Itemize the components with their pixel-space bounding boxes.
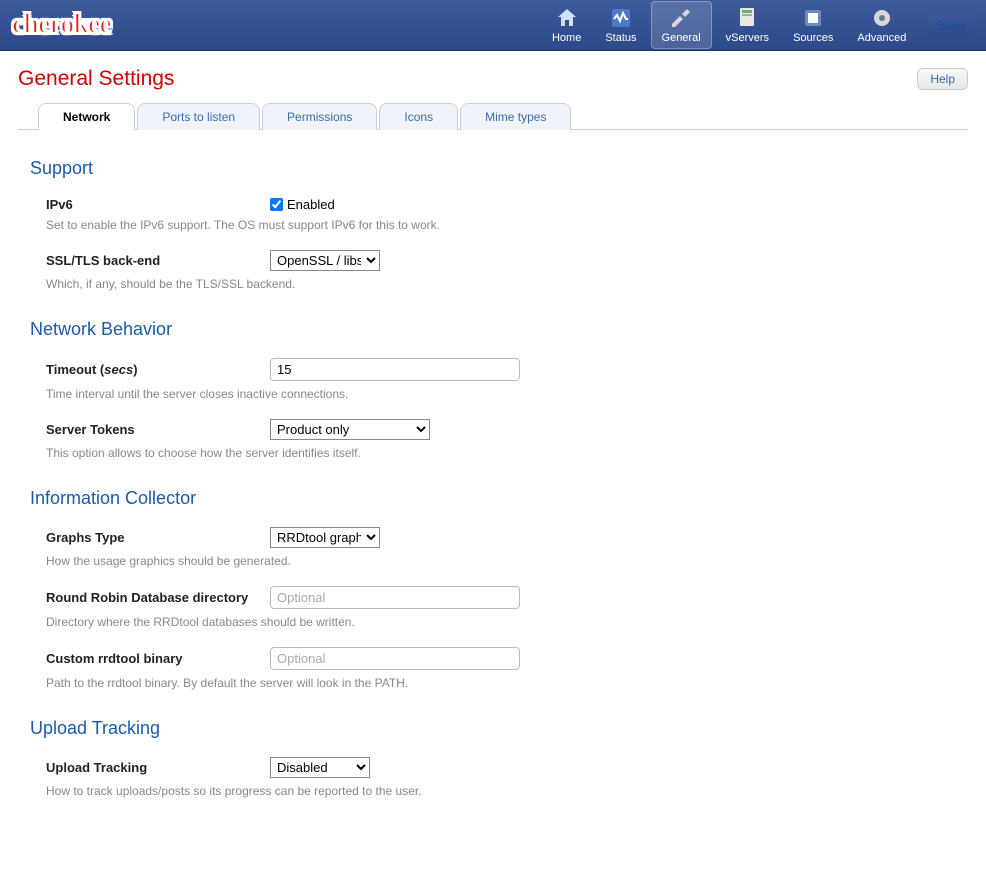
field-label: SSL/TLS back-end xyxy=(30,253,270,268)
page-title: General Settings xyxy=(18,67,174,91)
field-help: Directory where the RRDtool databases sh… xyxy=(30,615,956,629)
field-help: How to track uploads/posts so its progre… xyxy=(30,784,956,798)
vservers-icon xyxy=(735,6,759,30)
ssl-select[interactable]: OpenSSL / libssl xyxy=(270,250,380,271)
page-header: General Settings Help xyxy=(18,67,968,91)
page-content: General Settings Help Network Ports to l… xyxy=(0,51,986,832)
nav-vservers[interactable]: vServers xyxy=(716,2,779,48)
wrench-icon xyxy=(669,6,693,30)
field-label: IPv6 xyxy=(30,197,270,212)
field-label: Round Robin Database directory xyxy=(30,590,270,605)
logo: cherokee xyxy=(12,9,111,41)
nav-general[interactable]: General xyxy=(651,1,712,49)
rrd-binary-input[interactable] xyxy=(270,647,520,670)
field-label: Upload Tracking xyxy=(30,760,270,775)
ipv6-checkbox-label[interactable]: Enabled xyxy=(270,197,335,212)
tab-network[interactable]: Network xyxy=(38,103,135,130)
section-title: Information Collector xyxy=(30,488,956,509)
field-help: Time interval until the server closes in… xyxy=(30,387,956,401)
field-label: Graphs Type xyxy=(30,530,270,545)
field-upload-tracking: Upload Tracking Disabled xyxy=(30,757,956,778)
top-navigation-bar: cherokee Home Status General vServers So… xyxy=(0,0,986,51)
nav-advanced[interactable]: Advanced xyxy=(847,2,916,48)
tabs-row: Network Ports to listen Permissions Icon… xyxy=(18,103,968,130)
section-support: Support IPv6 Enabled Set to enable the I… xyxy=(18,158,968,291)
field-graphs-type: Graphs Type RRDtool graphs xyxy=(30,527,956,548)
field-ssl: SSL/TLS back-end OpenSSL / libssl xyxy=(30,250,956,271)
field-rrd-directory: Round Robin Database directory xyxy=(30,586,956,609)
field-rrd-binary: Custom rrdtool binary xyxy=(30,647,956,670)
field-help: Path to the rrdtool binary. By default t… xyxy=(30,676,956,690)
home-icon xyxy=(555,6,579,30)
field-ipv6: IPv6 Enabled xyxy=(30,197,956,212)
nav-label: Home xyxy=(552,32,581,44)
tab-ports[interactable]: Ports to listen xyxy=(137,103,260,130)
section-title: Upload Tracking xyxy=(30,718,956,739)
field-label: Custom rrdtool binary xyxy=(30,651,270,666)
gear-icon xyxy=(870,6,894,30)
sources-icon xyxy=(801,6,825,30)
field-label: Server Tokens xyxy=(30,422,270,437)
nav-label: Status xyxy=(605,32,636,44)
timeout-input[interactable] xyxy=(270,358,520,381)
section-network-behavior: Network Behavior Timeout (secs) Time int… xyxy=(18,319,968,460)
tab-permissions[interactable]: Permissions xyxy=(262,103,377,130)
rrd-directory-input[interactable] xyxy=(270,586,520,609)
field-help: Set to enable the IPv6 support. The OS m… xyxy=(30,218,956,232)
nav-home[interactable]: Home xyxy=(542,2,591,48)
nav-label: General xyxy=(662,32,701,44)
status-icon xyxy=(609,6,633,30)
nav-items: Home Status General vServers Sources Adv… xyxy=(542,1,916,49)
nav-label: Sources xyxy=(793,32,833,44)
field-server-tokens: Server Tokens Product only xyxy=(30,419,956,440)
tab-icons[interactable]: Icons xyxy=(379,103,458,130)
ipv6-checkbox[interactable] xyxy=(270,198,283,211)
field-label: Timeout (secs) xyxy=(30,362,270,377)
nav-sources[interactable]: Sources xyxy=(783,2,843,48)
upload-tracking-select[interactable]: Disabled xyxy=(270,757,370,778)
tab-mime[interactable]: Mime types xyxy=(460,103,571,130)
nav-label: vServers xyxy=(726,32,769,44)
nav-label: Advanced xyxy=(857,32,906,44)
checkbox-text: Enabled xyxy=(287,197,335,212)
server-tokens-select[interactable]: Product only xyxy=(270,419,430,440)
section-title: Network Behavior xyxy=(30,319,956,340)
help-button[interactable]: Help xyxy=(917,68,968,90)
section-information-collector: Information Collector Graphs Type RRDtoo… xyxy=(18,488,968,690)
nav-status[interactable]: Status xyxy=(595,2,646,48)
section-title: Support xyxy=(30,158,956,179)
field-help: This option allows to choose how the ser… xyxy=(30,446,956,460)
field-timeout: Timeout (secs) xyxy=(30,358,956,381)
field-help: Which, if any, should be the TLS/SSL bac… xyxy=(30,277,956,291)
save-button[interactable]: Save xyxy=(928,14,974,37)
graphs-type-select[interactable]: RRDtool graphs xyxy=(270,527,380,548)
section-upload-tracking: Upload Tracking Upload Tracking Disabled… xyxy=(18,718,968,798)
field-help: How the usage graphics should be generat… xyxy=(30,554,956,568)
